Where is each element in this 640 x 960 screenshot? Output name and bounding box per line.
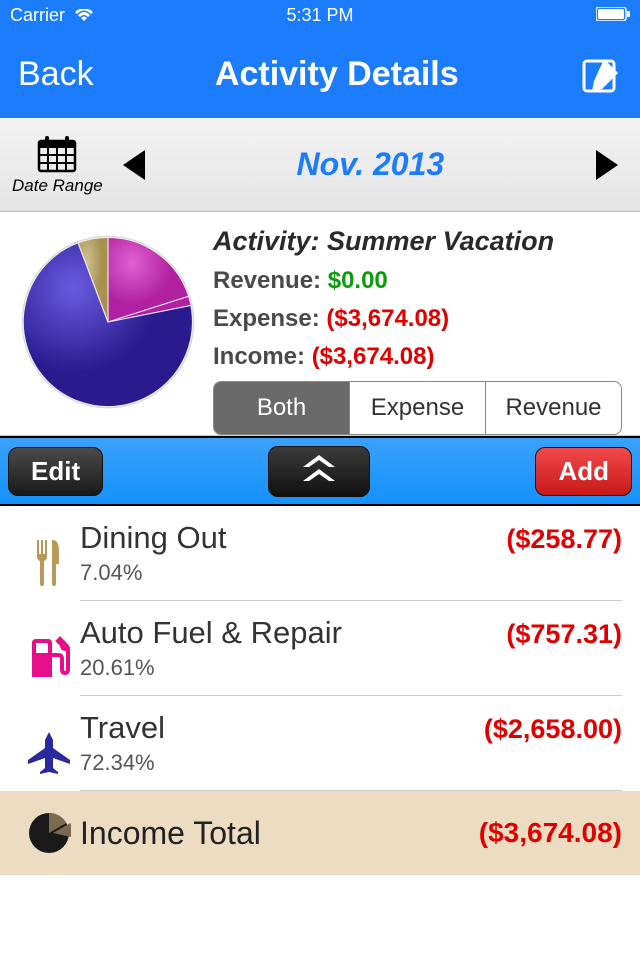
date-range-label: Date Range: [12, 176, 103, 196]
list-item[interactable]: Auto Fuel & Repair ($757.31) 20.61%: [0, 601, 640, 696]
category-percent: 20.61%: [80, 655, 622, 681]
chevron-up-double-icon: [299, 453, 339, 485]
category-percent: 7.04%: [80, 560, 622, 586]
plane-icon: [18, 726, 80, 776]
revenue-row: Revenue: $0.00: [213, 267, 622, 295]
battery-icon: [596, 5, 630, 26]
segment-both[interactable]: Both: [214, 382, 350, 434]
nav-bar: Back Activity Details: [0, 30, 640, 118]
summary-panel: Activity: Summer Vacation Revenue: $0.00…: [0, 212, 640, 436]
revenue-value: $0.00: [328, 267, 388, 294]
page-title: Activity Details: [215, 55, 459, 94]
category-amount: ($258.77): [506, 524, 622, 555]
category-name: Travel: [80, 710, 165, 746]
compose-button[interactable]: [580, 53, 622, 95]
category-list: Dining Out ($258.77) 7.04% Auto Fuel & Re…: [0, 506, 640, 791]
expense-row: Expense: ($3,674.08): [213, 305, 622, 333]
category-name: Auto Fuel & Repair: [80, 615, 342, 651]
category-percent: 72.34%: [80, 750, 622, 776]
pie-chart: [18, 226, 213, 435]
total-label: Income Total: [80, 815, 479, 852]
filter-segment: Both Expense Revenue: [213, 381, 622, 435]
activity-title: Activity: Summer Vacation: [213, 226, 622, 257]
expense-value: ($3,674.08): [326, 305, 449, 332]
add-button[interactable]: Add: [535, 447, 632, 496]
list-item[interactable]: Travel ($2,658.00) 72.34%: [0, 696, 640, 791]
income-value: ($3,674.08): [312, 343, 435, 370]
list-toolbar: Edit Add: [0, 436, 640, 506]
chevron-left-icon: [119, 148, 149, 182]
date-selector: Date Range Nov. 2013: [0, 118, 640, 212]
segment-expense[interactable]: Expense: [350, 382, 486, 434]
wifi-icon: [74, 9, 94, 23]
income-total-row[interactable]: Income Total ($3,674.08): [0, 791, 640, 875]
current-period[interactable]: Nov. 2013: [155, 146, 586, 183]
edit-button[interactable]: Edit: [8, 447, 103, 496]
clock: 5:31 PM: [286, 5, 353, 26]
status-bar: Carrier 5:31 PM: [0, 0, 640, 30]
total-amount: ($3,674.08): [479, 817, 622, 849]
calendar-icon: [36, 134, 78, 174]
back-button[interactable]: Back: [18, 55, 94, 94]
category-amount: ($757.31): [506, 619, 622, 650]
fuel-icon: [18, 631, 80, 681]
dining-icon: [18, 534, 80, 588]
chevron-right-icon: [592, 148, 622, 182]
category-amount: ($2,658.00): [484, 714, 622, 745]
prev-month-button[interactable]: [113, 144, 155, 186]
list-item[interactable]: Dining Out ($258.77) 7.04%: [0, 506, 640, 601]
segment-revenue[interactable]: Revenue: [486, 382, 621, 434]
next-month-button[interactable]: [586, 144, 628, 186]
collapse-button[interactable]: [268, 446, 370, 497]
date-range-button[interactable]: Date Range: [12, 134, 103, 196]
carrier: Carrier: [10, 5, 94, 26]
pie-icon: [18, 811, 80, 855]
category-name: Dining Out: [80, 520, 226, 556]
income-row: Income: ($3,674.08): [213, 343, 622, 371]
compose-icon: [580, 53, 622, 95]
